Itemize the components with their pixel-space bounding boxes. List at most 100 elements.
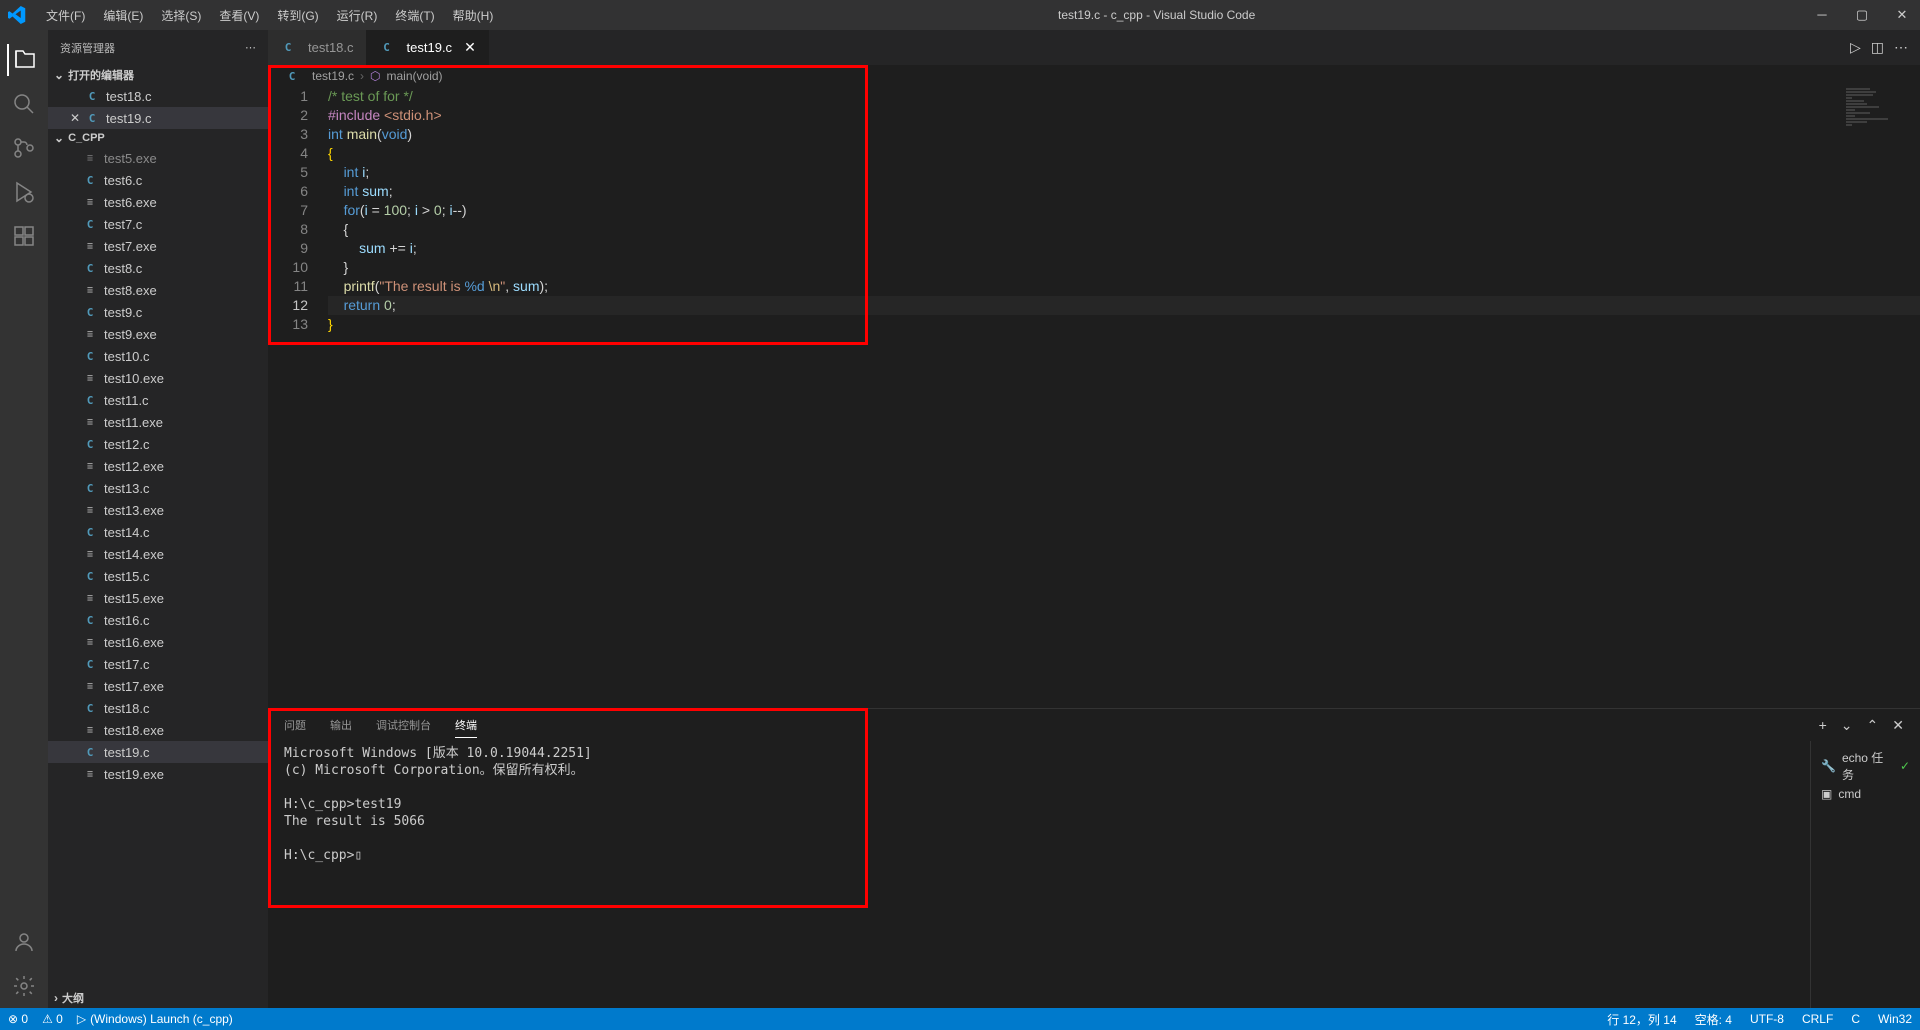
file-tree-item[interactable]: Ctest17.c	[48, 653, 268, 675]
code-line[interactable]: printf("The result is %d \n", sum);	[328, 277, 1920, 296]
status-warnings[interactable]: ⚠ 0	[42, 1012, 63, 1026]
code-content[interactable]: /* test of for */#include <stdio.h>int m…	[328, 87, 1920, 708]
file-tree-item[interactable]: ≡test8.exe	[48, 279, 268, 301]
menu-item[interactable]: 文件(F)	[38, 3, 93, 28]
status-cursor-position[interactable]: 行 12，列 14	[1607, 1011, 1676, 1028]
code-line[interactable]: {	[328, 220, 1920, 239]
code-line[interactable]: return 0;	[328, 296, 1920, 315]
search-icon[interactable]	[8, 88, 40, 120]
file-tree-item[interactable]: ≡test18.exe	[48, 719, 268, 741]
editor-tab[interactable]: Ctest18.c	[268, 30, 367, 65]
menu-item[interactable]: 编辑(E)	[95, 3, 151, 28]
terminal-dropdown-icon[interactable]: ⌄	[1841, 717, 1853, 734]
minimap[interactable]	[1846, 87, 1906, 137]
file-tree-item[interactable]: Ctest19.c	[48, 741, 268, 763]
close-icon[interactable]: ✕	[68, 111, 82, 125]
breadcrumb[interactable]: C test19.c › ⬡ main(void)	[268, 65, 1920, 87]
sidebar-more-icon[interactable]: ⋯	[245, 41, 256, 54]
file-tree-item[interactable]: ≡test5.exe	[48, 147, 268, 169]
c-file-icon: C	[82, 612, 98, 628]
panel-tab[interactable]: 终端	[455, 713, 477, 738]
file-tree-item[interactable]: Ctest6.c	[48, 169, 268, 191]
code-line[interactable]: int main(void)	[328, 125, 1920, 144]
open-editor-item[interactable]: ✕Ctest19.c	[48, 107, 268, 129]
file-tree-item[interactable]: ≡test11.exe	[48, 411, 268, 433]
file-tree-item[interactable]: Ctest12.c	[48, 433, 268, 455]
status-encoding[interactable]: UTF-8	[1750, 1011, 1784, 1028]
source-control-icon[interactable]	[8, 132, 40, 164]
code-line[interactable]: /* test of for */	[328, 87, 1920, 106]
code-line[interactable]: int i;	[328, 163, 1920, 182]
code-line[interactable]: for(i = 100; i > 0; i--)	[328, 201, 1920, 220]
terminal-instance-item[interactable]: ▣cmd	[1821, 785, 1910, 803]
open-editor-item[interactable]: Ctest18.c	[48, 85, 268, 107]
file-tree-item[interactable]: Ctest13.c	[48, 477, 268, 499]
file-tree-item[interactable]: Ctest15.c	[48, 565, 268, 587]
code-line[interactable]: {	[328, 144, 1920, 163]
split-editor-icon[interactable]: ◫	[1871, 39, 1884, 56]
file-tree-item[interactable]: Ctest11.c	[48, 389, 268, 411]
file-tree-item[interactable]: ≡test6.exe	[48, 191, 268, 213]
settings-gear-icon[interactable]	[8, 970, 40, 1002]
more-actions-icon[interactable]: ⋯	[1894, 39, 1908, 56]
status-indentation[interactable]: 空格: 4	[1695, 1011, 1732, 1028]
exe-file-icon: ≡	[82, 766, 98, 782]
close-button[interactable]: ✕	[1892, 7, 1912, 23]
file-tree-item[interactable]: Ctest8.c	[48, 257, 268, 279]
file-tree-item[interactable]: Ctest16.c	[48, 609, 268, 631]
code-editor[interactable]: 12345678910111213 /* test of for */#incl…	[268, 87, 1920, 708]
new-terminal-icon[interactable]: +	[1819, 717, 1827, 734]
menu-item[interactable]: 帮助(H)	[445, 3, 502, 28]
terminal-output[interactable]: Microsoft Windows [版本 10.0.19044.2251] (…	[268, 741, 1810, 1008]
maximize-button[interactable]: ▢	[1852, 7, 1872, 23]
code-line[interactable]: int sum;	[328, 182, 1920, 201]
folder-section-header[interactable]: ⌄ C_CPP	[48, 129, 268, 147]
code-line[interactable]: }	[328, 258, 1920, 277]
close-tab-icon[interactable]: ✕	[458, 39, 476, 56]
menu-item[interactable]: 转到(G)	[269, 3, 326, 28]
run-debug-icon[interactable]	[8, 176, 40, 208]
menu-item[interactable]: 运行(R)	[329, 3, 386, 28]
status-eol[interactable]: CRLF	[1802, 1011, 1833, 1028]
code-line[interactable]: #include <stdio.h>	[328, 106, 1920, 125]
file-tree-item[interactable]: ≡test17.exe	[48, 675, 268, 697]
panel-tab[interactable]: 输出	[330, 713, 352, 738]
file-tree-item[interactable]: ≡test16.exe	[48, 631, 268, 653]
file-tree-item[interactable]: ≡test13.exe	[48, 499, 268, 521]
panel-tab[interactable]: 调试控制台	[376, 713, 431, 738]
menu-item[interactable]: 终端(T)	[387, 3, 442, 28]
file-tree-item[interactable]: ≡test9.exe	[48, 323, 268, 345]
outline-section-header[interactable]: › 大纲	[48, 988, 268, 1008]
run-icon[interactable]: ▷	[1850, 39, 1861, 56]
open-editors-section-header[interactable]: ⌄ 打开的编辑器	[48, 65, 268, 85]
bottom-panel: 问题输出调试控制台终端 + ⌄ ⌃ ✕ Microsoft Windows [版…	[268, 708, 1920, 1008]
account-icon[interactable]	[8, 926, 40, 958]
close-panel-icon[interactable]: ✕	[1892, 717, 1904, 734]
file-tree-item[interactable]: Ctest18.c	[48, 697, 268, 719]
status-platform[interactable]: Win32	[1878, 1011, 1912, 1028]
terminal-instance-item[interactable]: 🔧echo 任务✓	[1821, 747, 1910, 785]
file-tree-item[interactable]: ≡test14.exe	[48, 543, 268, 565]
menu-item[interactable]: 选择(S)	[153, 3, 209, 28]
extensions-icon[interactable]	[8, 220, 40, 252]
file-tree-item[interactable]: ≡test10.exe	[48, 367, 268, 389]
panel-tab[interactable]: 问题	[284, 713, 306, 738]
status-language[interactable]: C	[1851, 1011, 1860, 1028]
code-line[interactable]: sum += i;	[328, 239, 1920, 258]
minimize-button[interactable]: ─	[1812, 7, 1832, 23]
file-tree-item[interactable]: Ctest10.c	[48, 345, 268, 367]
file-tree-item[interactable]: ≡test15.exe	[48, 587, 268, 609]
maximize-panel-icon[interactable]: ⌃	[1867, 717, 1879, 734]
editor-tab[interactable]: Ctest19.c✕	[367, 30, 489, 65]
status-launch-config[interactable]: ▷ (Windows) Launch (c_cpp)	[77, 1012, 233, 1026]
file-tree-item[interactable]: ≡test19.exe	[48, 763, 268, 785]
code-line[interactable]: }	[328, 315, 1920, 334]
menu-item[interactable]: 查看(V)	[211, 3, 267, 28]
file-tree-item[interactable]: Ctest7.c	[48, 213, 268, 235]
file-tree-item[interactable]: Ctest14.c	[48, 521, 268, 543]
file-tree-item[interactable]: ≡test12.exe	[48, 455, 268, 477]
explorer-icon[interactable]	[7, 44, 39, 76]
status-errors[interactable]: ⊗ 0	[8, 1012, 28, 1026]
file-tree-item[interactable]: Ctest9.c	[48, 301, 268, 323]
file-tree-item[interactable]: ≡test7.exe	[48, 235, 268, 257]
